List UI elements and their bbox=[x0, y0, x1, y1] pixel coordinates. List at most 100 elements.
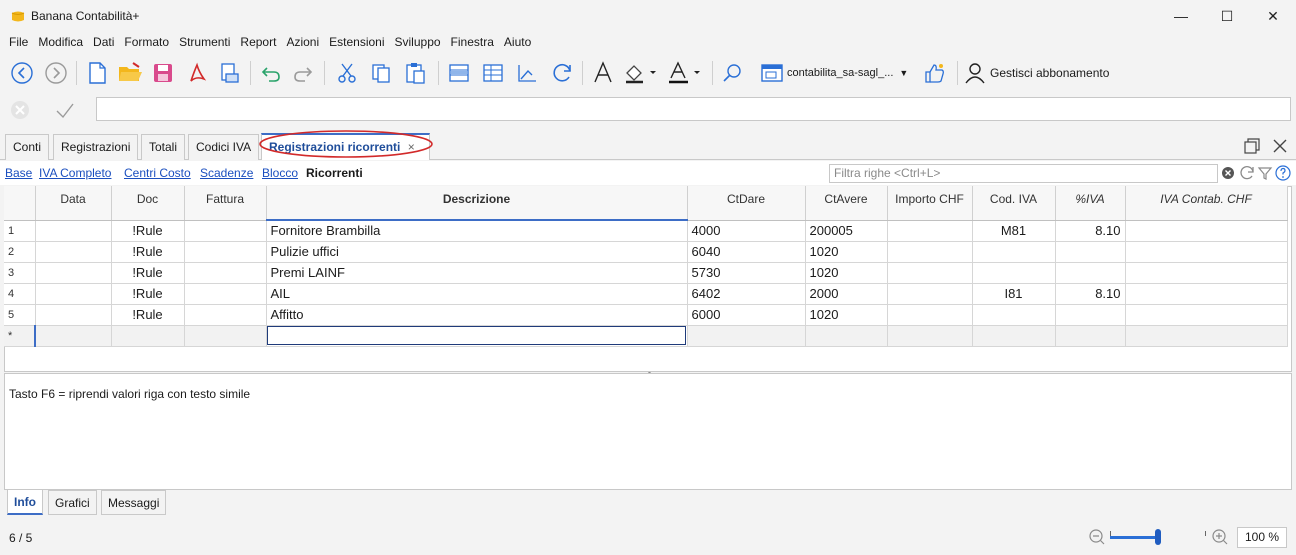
zoom-level[interactable]: 100 % bbox=[1237, 527, 1287, 548]
cell-ctavere[interactable]: 1020 bbox=[805, 262, 888, 284]
copy-button[interactable] bbox=[368, 58, 394, 88]
cell-cod-iva[interactable]: I81 bbox=[972, 283, 1056, 305]
cell-doc[interactable]: !Rule bbox=[111, 304, 185, 326]
close-panel-icon[interactable] bbox=[1271, 137, 1289, 155]
table-row[interactable]: 5 !Rule Affitto 6000 1020 bbox=[4, 304, 1288, 326]
bottom-tab-info[interactable]: Info bbox=[7, 490, 43, 515]
cell-descrizione[interactable]: Fornitore Brambilla bbox=[266, 220, 688, 242]
menu-report[interactable]: Report bbox=[235, 32, 281, 52]
cell-importo[interactable] bbox=[887, 262, 973, 284]
table-row[interactable]: 2 !Rule Pulizie uffici 6040 1020 bbox=[4, 241, 1288, 263]
cut-button[interactable] bbox=[334, 58, 360, 88]
cell-importo[interactable] bbox=[887, 241, 973, 263]
confirm-edit-icon[interactable] bbox=[54, 100, 76, 122]
cell-ctdare[interactable]: 6000 bbox=[687, 304, 806, 326]
text-color-button[interactable] bbox=[666, 58, 704, 88]
table-row[interactable]: 4 !Rule AIL 6402 2000 I81 8.10 bbox=[4, 283, 1288, 305]
cell-fattura[interactable] bbox=[184, 241, 267, 263]
cell-iva-contab[interactable] bbox=[1125, 304, 1288, 326]
cell-ctavere[interactable] bbox=[805, 325, 888, 347]
column-header-importo-chf[interactable]: Importo CHF bbox=[887, 186, 973, 221]
restore-panel-icon[interactable] bbox=[1243, 137, 1261, 155]
menu-file[interactable]: File bbox=[4, 32, 33, 52]
menu-finestra[interactable]: Finestra bbox=[446, 32, 499, 52]
cell-percent-iva[interactable] bbox=[1055, 241, 1126, 263]
cell-doc[interactable]: !Rule bbox=[111, 283, 185, 305]
view-centri-costo-link[interactable]: Centri Costo bbox=[124, 166, 191, 180]
table-row[interactable]: 1 !Rule Fornitore Brambilla 4000 200005 … bbox=[4, 220, 1288, 242]
row-number[interactable]: 1 bbox=[4, 220, 36, 242]
cell-cod-iva[interactable] bbox=[972, 241, 1056, 263]
new-row-marker[interactable]: * bbox=[4, 325, 36, 347]
cell-iva-contab[interactable] bbox=[1125, 241, 1288, 263]
cell-doc[interactable] bbox=[111, 325, 185, 347]
menu-estensioni[interactable]: Estensioni bbox=[324, 32, 389, 52]
cell-ctavere[interactable]: 1020 bbox=[805, 304, 888, 326]
menu-sviluppo[interactable]: Sviluppo bbox=[390, 32, 446, 52]
zoom-slider-thumb[interactable] bbox=[1155, 529, 1161, 545]
table-options-button[interactable] bbox=[480, 58, 506, 88]
cell-fattura[interactable] bbox=[184, 262, 267, 284]
row-number[interactable]: 5 bbox=[4, 304, 36, 326]
cell-ctdare[interactable]: 5730 bbox=[687, 262, 806, 284]
tab-conti[interactable]: Conti bbox=[5, 134, 50, 160]
cell-importo[interactable] bbox=[887, 220, 973, 242]
clear-filter-icon[interactable] bbox=[1221, 166, 1235, 180]
row-number[interactable]: 4 bbox=[4, 283, 36, 305]
cell-descrizione[interactable]: Pulizie uffici bbox=[266, 241, 688, 263]
menu-azioni[interactable]: Azioni bbox=[281, 32, 324, 52]
print-preview-button[interactable] bbox=[216, 58, 242, 88]
forward-button[interactable] bbox=[42, 58, 70, 88]
row-number[interactable]: 3 bbox=[4, 262, 36, 284]
cell-ctdare[interactable]: 4000 bbox=[687, 220, 806, 242]
menu-dati[interactable]: Dati bbox=[88, 32, 119, 52]
cell-data[interactable] bbox=[35, 304, 112, 326]
bottom-tab-messaggi[interactable]: Messaggi bbox=[101, 490, 167, 515]
column-header-fattura[interactable]: Fattura bbox=[184, 186, 267, 221]
recheck-button[interactable] bbox=[548, 58, 576, 88]
redo-button[interactable] bbox=[290, 58, 316, 88]
new-file-button[interactable] bbox=[84, 58, 110, 88]
tab-registrazioni[interactable]: Registrazioni bbox=[53, 134, 139, 160]
manage-subscription-button[interactable]: Gestisci abbonamento bbox=[964, 58, 1124, 88]
column-header-percent-iva[interactable]: %IVA bbox=[1055, 186, 1126, 221]
cell-data[interactable] bbox=[35, 262, 112, 284]
refresh-filter-icon[interactable] bbox=[1240, 165, 1256, 181]
cell-iva-contab[interactable] bbox=[1125, 220, 1288, 242]
save-button[interactable] bbox=[150, 58, 176, 88]
view-blocco-link[interactable]: Blocco bbox=[262, 166, 298, 180]
cell-doc[interactable]: !Rule bbox=[111, 220, 185, 242]
cell-percent-iva[interactable]: 8.10 bbox=[1055, 283, 1126, 305]
cell-data[interactable] bbox=[35, 241, 112, 263]
column-header-ctavere[interactable]: CtAvere bbox=[805, 186, 888, 221]
tab-totali[interactable]: Totali bbox=[141, 134, 186, 160]
cell-edit-input[interactable] bbox=[96, 97, 1291, 121]
cell-importo[interactable] bbox=[887, 325, 973, 347]
column-header-data[interactable]: Data bbox=[35, 186, 112, 221]
cell-percent-iva[interactable]: 8.10 bbox=[1055, 220, 1126, 242]
cell-data[interactable] bbox=[35, 325, 112, 347]
add-rows-button[interactable] bbox=[446, 58, 472, 88]
chart-button[interactable] bbox=[514, 58, 540, 88]
cell-doc[interactable]: !Rule bbox=[111, 262, 185, 284]
cell-fattura[interactable] bbox=[184, 304, 267, 326]
bottom-tab-grafici[interactable]: Grafici bbox=[48, 490, 97, 515]
cell-iva-contab[interactable] bbox=[1125, 262, 1288, 284]
column-header-cod-iva[interactable]: Cod. IVA bbox=[972, 186, 1056, 221]
help-icon[interactable] bbox=[1275, 165, 1291, 181]
cell-importo[interactable] bbox=[887, 283, 973, 305]
feedback-button[interactable] bbox=[920, 58, 948, 88]
selected-cell-descrizione[interactable] bbox=[266, 325, 688, 347]
font-button[interactable] bbox=[590, 58, 616, 88]
cell-percent-iva[interactable] bbox=[1055, 325, 1126, 347]
filter-rows-input[interactable]: Filtra righe <Ctrl+L> bbox=[829, 164, 1218, 183]
cell-iva-contab[interactable] bbox=[1125, 283, 1288, 305]
back-button[interactable] bbox=[8, 58, 36, 88]
cell-cod-iva[interactable] bbox=[972, 325, 1056, 347]
cell-fattura[interactable] bbox=[184, 283, 267, 305]
zoom-in-icon[interactable] bbox=[1211, 528, 1229, 546]
cell-cod-iva[interactable]: M81 bbox=[972, 220, 1056, 242]
new-row[interactable]: * bbox=[4, 325, 1288, 347]
cell-cod-iva[interactable] bbox=[972, 262, 1056, 284]
view-base-link[interactable]: Base bbox=[5, 166, 32, 180]
